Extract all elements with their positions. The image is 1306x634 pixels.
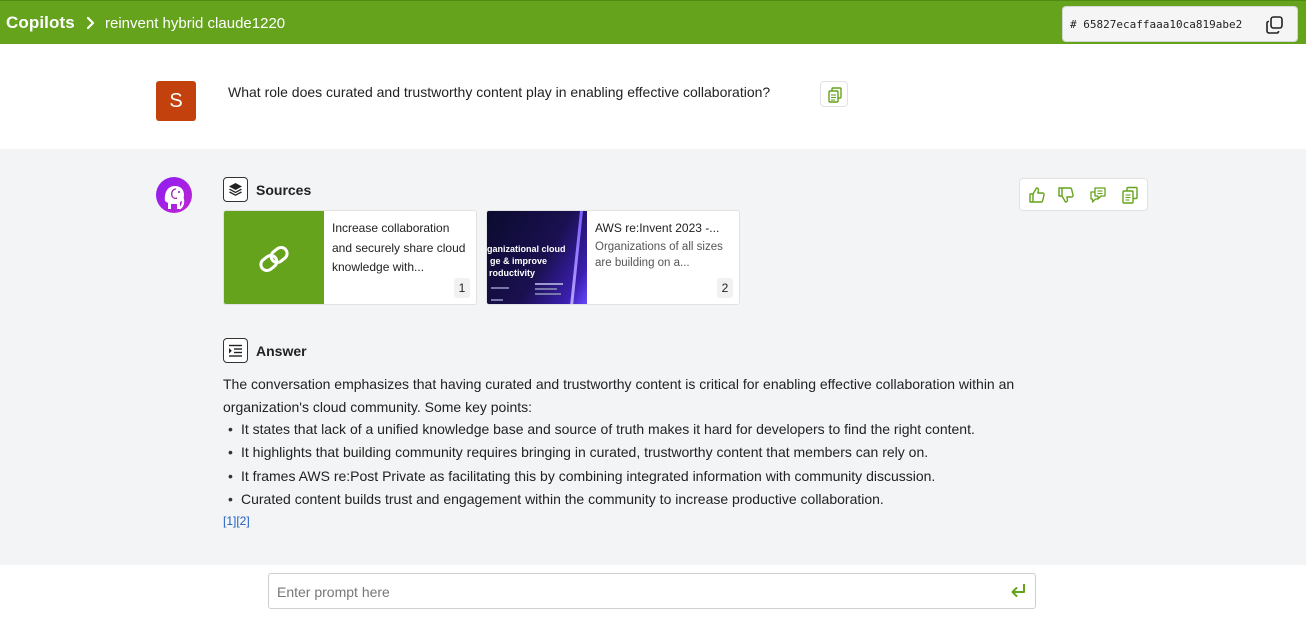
chevron-right-icon — [86, 16, 95, 30]
thumbnail-text: ge & improve — [490, 256, 548, 266]
copy-icon[interactable] — [1265, 15, 1285, 35]
source-title: Increase collaboration and securely shar… — [332, 221, 466, 274]
enter-icon[interactable] — [1009, 582, 1027, 600]
thumbnail-decoration — [535, 288, 557, 290]
link-icon — [259, 245, 289, 273]
user-question: What role does curated and trustworthy c… — [228, 84, 771, 100]
bullet-text: It frames AWS re:Post Private as facilit… — [241, 467, 936, 484]
bullet-icon: • — [228, 421, 233, 437]
brand-link[interactable]: Copilots — [6, 13, 75, 33]
prompt-input[interactable] — [277, 582, 997, 602]
list-item: • Curated content builds trust and engage… — [228, 488, 1108, 511]
list-indent-icon — [223, 338, 248, 363]
session-id-box: # 65827ecaffaaa10ca819abe2 — [1062, 6, 1298, 42]
sources-title: Sources — [256, 182, 312, 198]
top-bar: Copilots reinvent hybrid claude1220 # 65… — [0, 0, 1306, 44]
thumbnail-decoration — [570, 211, 583, 304]
bullet-icon: • — [228, 490, 233, 507]
thumbs-up-icon[interactable] — [1028, 186, 1046, 204]
source-title: AWS re:Invent 2023 -... — [595, 221, 720, 235]
elephant-bot-avatar-icon — [156, 177, 192, 213]
source-description: Organizations of all sizes are building … — [595, 241, 723, 269]
answer-bullet-list: • It states that lack of a unified knowle… — [228, 418, 1108, 511]
thumbnail-text: roductivity — [489, 268, 536, 278]
source-number: 2 — [717, 278, 733, 298]
copy-question-button[interactable] — [820, 81, 848, 107]
citation-link-2[interactable]: [2] — [236, 514, 249, 528]
source-card[interactable]: Increase collaboration and securely shar… — [223, 210, 477, 305]
source-thumbnail — [224, 211, 324, 304]
source-card[interactable]: ganizational cloud ge & improve roductiv… — [486, 210, 740, 305]
bullet-icon: • — [228, 467, 233, 484]
bullet-icon: • — [228, 444, 233, 461]
bullet-text: Curated content builds trust and engagem… — [241, 490, 884, 507]
list-item: • It highlights that building community r… — [228, 441, 1108, 464]
answer-title: Answer — [256, 343, 307, 359]
thumbnail-decoration — [491, 287, 509, 289]
breadcrumb-copilot-name[interactable]: reinvent hybrid claude1220 — [105, 15, 285, 32]
copy-icon[interactable] — [1121, 186, 1139, 204]
list-item: • It frames AWS re:Post Private as facili… — [228, 465, 1108, 488]
list-item: • It states that lack of a unified knowle… — [228, 418, 1108, 441]
comment-icon[interactable] — [1089, 186, 1107, 204]
thumbnail-text: ganizational cloud — [487, 244, 566, 254]
copy-icon — [828, 87, 842, 103]
source-thumbnail: ganizational cloud ge & improve roductiv… — [487, 211, 587, 304]
session-id: # 65827ecaffaaa10ca819abe2 — [1070, 18, 1243, 31]
feedback-toolbar — [1019, 178, 1148, 211]
citations: [1][2] — [223, 514, 250, 528]
prompt-box — [268, 573, 1036, 609]
thumbnail-decoration — [535, 283, 563, 285]
thumbs-down-icon[interactable] — [1057, 186, 1075, 204]
user-avatar: S — [156, 81, 196, 121]
bullet-text: It highlights that building community re… — [241, 444, 929, 461]
thumbnail-decoration — [535, 293, 561, 295]
bullet-text: It states that lack of a unified knowled… — [241, 421, 975, 437]
citation-link-1[interactable]: [1] — [223, 514, 236, 528]
source-number: 1 — [454, 278, 470, 298]
thumbnail-decoration — [491, 299, 503, 301]
answer-intro: The conversation emphasizes that having … — [223, 376, 1015, 415]
layers-icon — [223, 177, 248, 202]
